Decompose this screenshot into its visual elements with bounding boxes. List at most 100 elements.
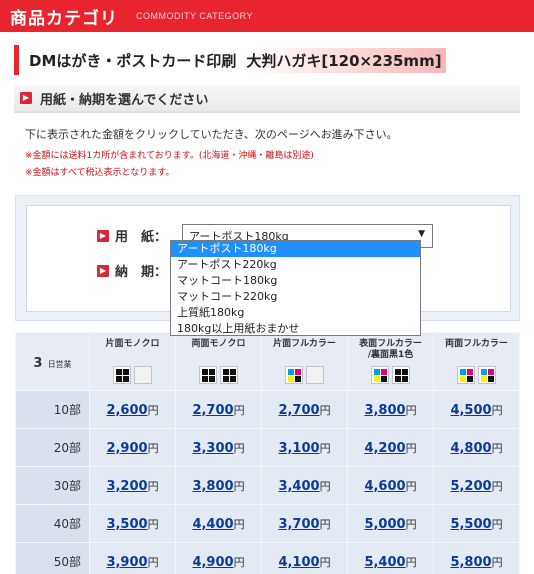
yen-unit: 円 <box>405 403 417 417</box>
price-link[interactable]: 2,700 <box>278 403 319 418</box>
yen-unit: 円 <box>491 517 503 531</box>
period-label: ▶ 納 期： <box>97 261 167 280</box>
price-link[interactable]: 3,800 <box>192 479 233 494</box>
product-size: 大判ハガキ[120×235mm] <box>242 47 446 73</box>
price-link[interactable]: 4,800 <box>450 441 491 456</box>
price-cell: 2,700円 <box>175 390 262 429</box>
yen-unit: 円 <box>147 479 159 493</box>
delivery-days: 3 日営業 <box>15 332 90 391</box>
column-title: 表面フルカラー /裏面黒1色 <box>359 339 422 360</box>
table-row: 40部 3,500円 4,400円 3,700円 5,000円 5,500円 <box>15 504 520 543</box>
price-cell: 5,500円 <box>433 504 520 543</box>
price-link[interactable]: 3,700 <box>278 517 319 532</box>
dropdown-arrow-icon[interactable]: ▼ <box>418 229 425 239</box>
price-link[interactable]: 3,500 <box>106 517 147 532</box>
price-cell: 4,500円 <box>433 390 520 429</box>
column-title: 両面モノクロ <box>191 339 246 349</box>
page-title: DMはがき・ポストカード印刷 大判ハガキ[120×235mm] <box>14 45 522 75</box>
yen-unit: 円 <box>319 479 331 493</box>
price-link[interactable]: 2,700 <box>192 403 233 418</box>
price-cell: 4,200円 <box>347 428 434 467</box>
column-header: 表面フルカラー /裏面黒1色 <box>347 332 434 391</box>
yen-unit: 円 <box>319 517 331 531</box>
price-cell: 5,200円 <box>433 466 520 505</box>
tax-note: ※金額はすべて税込表示となります。 <box>25 168 175 178</box>
arrow-right-icon: ▶ <box>97 229 109 242</box>
price-link[interactable]: 4,500 <box>450 403 491 418</box>
table-row: 20部 2,900円 3,300円 3,100円 4,200円 4,800円 <box>15 428 520 467</box>
yen-unit: 円 <box>233 441 245 455</box>
price-cell: 3,300円 <box>175 428 262 467</box>
dropdown-option[interactable]: 上質紙180kg <box>171 305 420 321</box>
black-ink-icon <box>220 366 238 384</box>
price-link[interactable]: 4,400 <box>192 517 233 532</box>
column-header: 両面フルカラー <box>433 332 520 391</box>
table-row: 50部 3,900円 4,900円 4,100円 5,400円 5,800円 <box>15 542 520 574</box>
yen-unit: 円 <box>147 517 159 531</box>
arrow-right-icon: ▶ <box>20 92 32 104</box>
arrow-right-icon: ▶ <box>97 264 109 277</box>
period-label-text: 納 期： <box>115 265 168 280</box>
days-number: 3 <box>33 356 43 371</box>
price-link[interactable]: 3,300 <box>192 441 233 456</box>
price-table: 3 日営業 片面モノクロ 両面モノクロ 片面フルカラー 表面フルカラー /裏面黒… <box>15 332 520 574</box>
price-table-header: 3 日営業 片面モノクロ 両面モノクロ 片面フルカラー 表面フルカラー /裏面黒… <box>15 332 520 391</box>
yen-unit: 円 <box>147 441 159 455</box>
dropdown-option[interactable]: マットコート180kg <box>171 273 420 289</box>
dropdown-option[interactable]: マットコート220kg <box>171 289 420 305</box>
black-ink-icon <box>113 366 131 384</box>
price-link[interactable]: 4,100 <box>278 555 319 570</box>
price-link[interactable]: 3,100 <box>278 441 319 456</box>
price-cell: 4,800円 <box>433 428 520 467</box>
blank-ink-icon <box>306 366 324 384</box>
price-link[interactable]: 3,200 <box>106 479 147 494</box>
cmyk-ink-icon <box>371 366 389 384</box>
price-link[interactable]: 2,900 <box>106 441 147 456</box>
price-link[interactable]: 3,900 <box>106 555 147 570</box>
price-cell: 5,400円 <box>347 542 434 574</box>
price-link[interactable]: 5,200 <box>450 479 491 494</box>
price-table-body: 10部 2,600円 2,700円 2,700円 3,800円 4,500円 20部 2,90… <box>15 390 520 574</box>
price-link[interactable]: 2,600 <box>106 403 147 418</box>
price-cell: 4,600円 <box>347 466 434 505</box>
table-row: 30部 3,200円 3,800円 3,400円 4,600円 5,200円 <box>15 466 520 505</box>
column-title: 片面フルカラー <box>273 339 336 349</box>
price-link[interactable]: 4,200 <box>364 441 405 456</box>
quantity-cell: 50部 <box>15 542 90 574</box>
price-link[interactable]: 3,800 <box>364 403 405 418</box>
column-title: 片面モノクロ <box>105 339 160 349</box>
price-link[interactable]: 5,500 <box>450 517 491 532</box>
price-link[interactable]: 5,800 <box>450 555 491 570</box>
section-title: 用紙・納期を選んでください <box>40 92 209 108</box>
yen-unit: 円 <box>319 441 331 455</box>
dropdown-option[interactable]: 180kg以上用紙おまかせ <box>171 321 420 337</box>
quantity-cell: 40部 <box>15 504 90 543</box>
column-header: 片面モノクロ <box>89 332 176 391</box>
yen-unit: 円 <box>319 555 331 569</box>
price-link[interactable]: 3,400 <box>278 479 319 494</box>
quantity-cell: 10部 <box>15 390 90 429</box>
yen-unit: 円 <box>233 555 245 569</box>
yen-unit: 円 <box>233 479 245 493</box>
price-link[interactable]: 5,000 <box>364 517 405 532</box>
price-link[interactable]: 4,600 <box>364 479 405 494</box>
column-header: 両面モノクロ <box>175 332 262 391</box>
price-link[interactable]: 4,900 <box>192 555 233 570</box>
yen-unit: 円 <box>147 403 159 417</box>
cmyk-ink-icon <box>457 366 475 384</box>
price-cell: 3,900円 <box>89 542 176 574</box>
instruction-text: 下に表示された金額をクリックしていただき、次のページへお進み下さい。 <box>25 128 398 141</box>
price-link[interactable]: 5,400 <box>364 555 405 570</box>
yen-unit: 円 <box>405 441 417 455</box>
price-cell: 3,700円 <box>261 504 348 543</box>
price-cell: 3,500円 <box>89 504 176 543</box>
paper-label-text: 用 紙： <box>115 230 168 245</box>
dropdown-option[interactable]: アートポスト220kg <box>171 257 420 273</box>
column-header: 片面フルカラー <box>261 332 348 391</box>
paper-dropdown-list[interactable]: アートポスト180kg アートポスト220kg マットコート180kg マットコ… <box>170 240 421 336</box>
category-bar: 商品カテゴリ COMMODITY CATEGORY <box>0 0 534 32</box>
dropdown-option[interactable]: アートポスト180kg <box>171 241 420 257</box>
yen-unit: 円 <box>491 479 503 493</box>
black-ink-icon <box>392 366 410 384</box>
price-cell: 3,800円 <box>175 466 262 505</box>
